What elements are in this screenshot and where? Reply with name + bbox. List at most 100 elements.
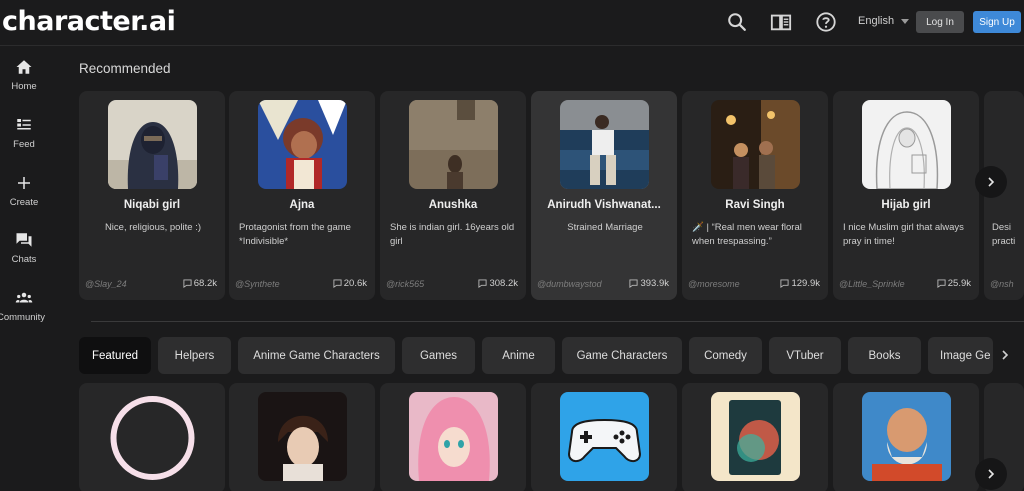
sidebar-item-label: Home [11, 81, 37, 92]
interaction-count: 68.2k [183, 278, 217, 289]
count-value: 20.6k [343, 278, 367, 289]
character-card[interactable]: Anushka She is indian girl. 16years old … [380, 91, 526, 300]
character-card[interactable] [79, 383, 225, 491]
sidebar-item-label: Chats [11, 254, 37, 265]
count-value: 129.9k [791, 278, 820, 289]
chat-bubble-icon [183, 279, 192, 288]
count-value: 308.2k [489, 278, 518, 289]
count-value: 25.9k [947, 278, 971, 289]
character-author[interactable]: @nsh [990, 279, 1014, 289]
avatar [862, 100, 951, 189]
sidebar-item-feed[interactable]: Feed [0, 116, 48, 150]
feed-icon [17, 119, 31, 130]
category-chip-vtuber[interactable]: VTuber [769, 337, 841, 374]
character-author[interactable]: @Synthete [235, 279, 280, 289]
community-icon [15, 292, 33, 303]
category-chip-anime[interactable]: Anime [482, 337, 555, 374]
character-author[interactable]: @dumbwaystod [537, 279, 602, 289]
count-value: 68.2k [193, 278, 217, 289]
section-title: Recommended [79, 61, 171, 76]
character-description: Protagonist from the game *Indivisible* [239, 222, 351, 247]
category-chip-featured[interactable]: Featured [79, 337, 151, 374]
logo[interactable]: character.ai [2, 6, 176, 37]
avatar [711, 100, 800, 189]
chat-bubble-icon [780, 279, 790, 288]
count-value: 393.9k [640, 278, 669, 289]
chat-bubble-icon [478, 279, 488, 288]
character-description: Strained Marriage [567, 222, 643, 233]
character-card[interactable] [531, 383, 677, 491]
character-card[interactable] [833, 383, 979, 491]
interaction-count: 25.9k [937, 278, 971, 289]
avatar [409, 100, 498, 189]
interaction-count: 129.9k [780, 278, 820, 289]
chevron-right-icon [988, 177, 995, 187]
character-name: Anirudh Vishwanat... [547, 199, 661, 211]
category-chip-helpers[interactable]: Helpers [158, 337, 231, 374]
character-card[interactable]: Hijab girl I nice Muslim girl that alway… [833, 91, 979, 300]
search-icon[interactable] [726, 11, 748, 33]
login-button[interactable]: Log In [916, 11, 964, 33]
chat-bubble-icon [937, 279, 946, 288]
sidebar: Home Feed Create Chats Community [0, 47, 48, 491]
sidebar-item-chats[interactable]: Chats [0, 231, 48, 265]
divider [91, 321, 1024, 322]
sidebar-item-label: Community [0, 312, 46, 323]
help-icon[interactable] [815, 11, 837, 33]
sidebar-item-label: Create [9, 197, 39, 208]
book-icon[interactable] [770, 11, 792, 33]
character-card[interactable] [229, 383, 375, 491]
interaction-count: 20.6k [333, 278, 367, 289]
character-description: 🗡️ | “Real men wear floral when trespass… [692, 222, 802, 247]
avatar [108, 100, 197, 189]
character-card[interactable]: Ravi Singh 🗡️ | “Real men wear floral wh… [682, 91, 828, 300]
avatar [711, 392, 800, 481]
plus-icon [18, 177, 30, 189]
chevron-right-icon[interactable] [1000, 349, 1010, 361]
language-select[interactable]: English [858, 15, 894, 27]
interaction-count: 308.2k [478, 278, 518, 289]
character-description: Desi practi [992, 222, 1016, 247]
category-chip-games[interactable]: Games [402, 337, 475, 374]
character-card[interactable]: Anirudh Vishwanat... Strained Marriage @… [531, 91, 677, 300]
character-description: Nice, religious, polite :) [104, 222, 202, 233]
signup-button[interactable]: Sign Up [973, 11, 1021, 33]
sidebar-item-community[interactable]: Community [0, 289, 48, 323]
avatar [108, 392, 197, 481]
character-description: I nice Muslim girl that always pray in t… [843, 222, 964, 247]
avatar [409, 392, 498, 481]
character-card[interactable] [380, 383, 526, 491]
character-author[interactable]: @moresome [688, 279, 740, 289]
category-chip-books[interactable]: Books [848, 337, 921, 374]
chat-bubble-icon [629, 279, 639, 288]
chevron-right-icon [988, 469, 995, 479]
carousel-next-button[interactable] [975, 458, 1007, 490]
character-author[interactable]: @Little_Sprinkle [839, 279, 905, 289]
top-bar: character.ai English Log In Sign Up [0, 0, 1024, 46]
character-name: Niqabi girl [123, 199, 181, 211]
category-chip-game-characters[interactable]: Game Characters [562, 337, 682, 374]
sidebar-item-home[interactable]: Home [0, 58, 48, 92]
avatar [560, 100, 649, 189]
chevron-down-icon[interactable] [901, 19, 909, 24]
home-icon [16, 60, 32, 74]
character-author[interactable]: @Slay_24 [85, 279, 127, 289]
character-card[interactable]: Niqabi girl Nice, religious, polite :) @… [79, 91, 225, 300]
avatar [560, 392, 649, 481]
chat-icon [16, 233, 32, 247]
carousel-next-button[interactable] [975, 166, 1007, 198]
character-card[interactable] [682, 383, 828, 491]
character-name: Hijab girl [881, 199, 931, 211]
character-card[interactable]: Ajna Protagonist from the game *Indivisi… [229, 91, 375, 300]
character-name: Ajna [289, 199, 315, 211]
category-chip-anime-game-characters[interactable]: Anime Game Characters [238, 337, 395, 374]
character-name: Ravi Singh [725, 199, 785, 211]
avatar [258, 100, 347, 189]
character-author[interactable]: @rick565 [386, 279, 424, 289]
interaction-count: 393.9k [629, 278, 669, 289]
category-chip-comedy[interactable]: Comedy [689, 337, 762, 374]
sidebar-item-label: Feed [13, 139, 35, 150]
avatar [258, 392, 347, 481]
sidebar-item-create[interactable]: Create [0, 174, 48, 208]
category-chip-image-generating[interactable]: Image Ge [928, 337, 993, 374]
